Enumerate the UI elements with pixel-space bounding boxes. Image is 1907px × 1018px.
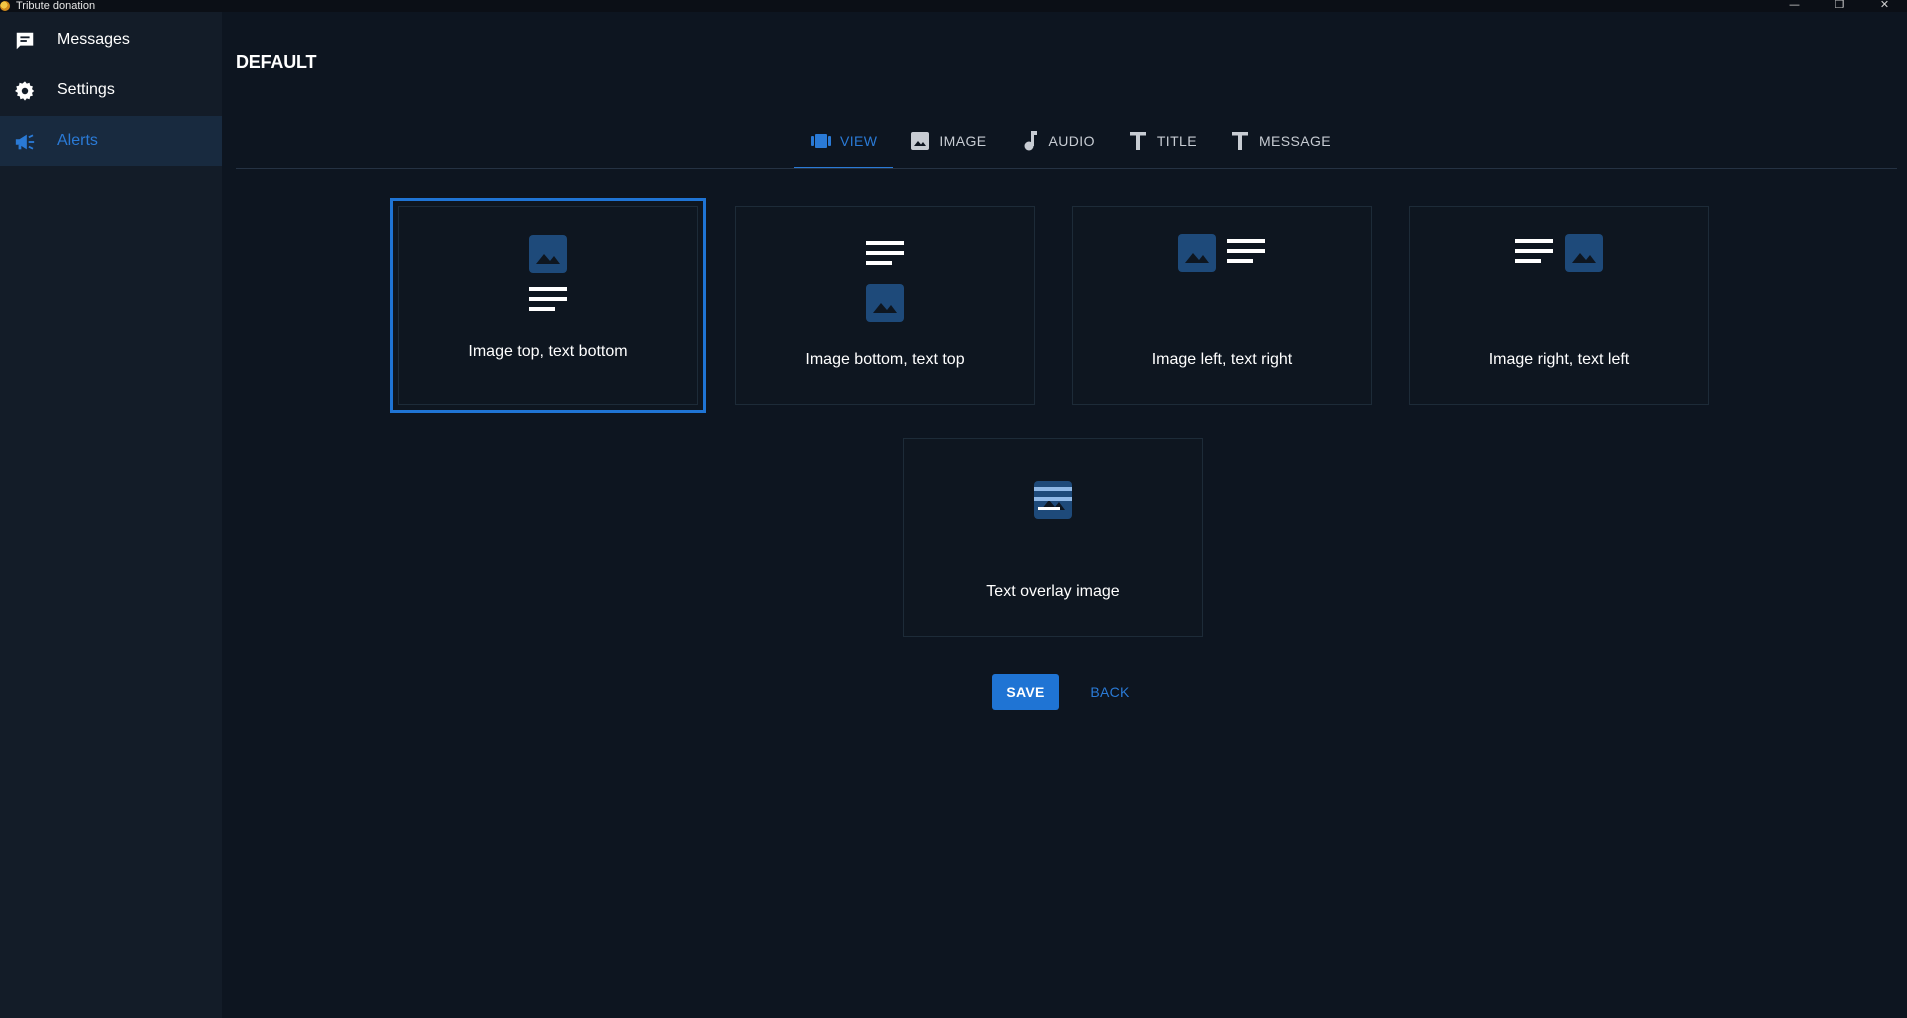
sidebar-item-settings[interactable]: Settings bbox=[0, 65, 222, 115]
image-icon bbox=[1565, 234, 1603, 272]
sidebar-item-label: Messages bbox=[57, 31, 130, 48]
image-icon bbox=[1178, 234, 1216, 272]
back-button[interactable]: BACK bbox=[1075, 674, 1145, 710]
sidebar: Messages Settings Alerts bbox=[0, 12, 222, 1018]
tab-image[interactable]: IMAGE bbox=[893, 112, 1002, 169]
layout-card-label: Image bottom, text top bbox=[805, 351, 965, 368]
layout-card-label: Image right, text left bbox=[1488, 351, 1630, 368]
image-overlay-icon bbox=[1034, 481, 1072, 519]
window-controls: — ❐ ✕ bbox=[1772, 0, 1907, 12]
tab-label: VIEW bbox=[840, 132, 878, 149]
layout-card-image-bottom[interactable]: Image bottom, text top bbox=[735, 206, 1035, 405]
text-lines-icon bbox=[866, 241, 904, 265]
sidebar-item-label: Settings bbox=[57, 81, 115, 98]
close-button[interactable]: ✕ bbox=[1862, 0, 1907, 12]
image-icon bbox=[866, 284, 904, 322]
tab-label: TITLE bbox=[1156, 132, 1197, 149]
music-note-icon bbox=[1019, 130, 1041, 152]
text-lines-icon bbox=[1515, 239, 1553, 263]
tab-label: MESSAGE bbox=[1258, 132, 1332, 149]
gear-icon bbox=[13, 80, 37, 102]
layout-card-label: Text overlay image bbox=[986, 583, 1120, 600]
page-title: DEFAULT bbox=[236, 52, 317, 72]
tab-audio[interactable]: AUDIO bbox=[1003, 112, 1111, 169]
tab-label: IMAGE bbox=[939, 132, 987, 149]
tab-divider bbox=[236, 168, 1897, 169]
sidebar-item-alerts[interactable]: Alerts bbox=[0, 116, 222, 166]
text-t-icon bbox=[1127, 130, 1149, 152]
megaphone-icon bbox=[13, 131, 37, 153]
app-logo-icon bbox=[0, 1, 10, 11]
sidebar-item-label: Alerts bbox=[57, 132, 98, 149]
tab-view[interactable]: VIEW bbox=[794, 112, 894, 169]
tab-bar: VIEW IMAGE AUDIO TITLE MESSAGE bbox=[794, 112, 1347, 169]
tab-message[interactable]: MESSAGE bbox=[1213, 112, 1347, 169]
text-lines-icon bbox=[529, 287, 567, 311]
window-title: Tribute donation bbox=[16, 0, 96, 12]
window-titlebar: Tribute donation — ❐ ✕ bbox=[0, 0, 1907, 12]
message-icon bbox=[13, 30, 37, 52]
text-lines-icon bbox=[1227, 239, 1265, 263]
text-t-icon bbox=[1229, 130, 1251, 152]
minimize-button[interactable]: — bbox=[1772, 0, 1817, 12]
layout-card-label: Image top, text bottom bbox=[468, 343, 628, 360]
view-carousel-icon bbox=[810, 130, 832, 152]
layout-card-text-overlay[interactable]: Text overlay image bbox=[903, 438, 1203, 637]
save-button[interactable]: SAVE bbox=[992, 674, 1059, 710]
layout-card-image-left[interactable]: Image left, text right bbox=[1072, 206, 1372, 405]
tab-label: AUDIO bbox=[1048, 132, 1095, 149]
layout-card-label: Image left, text right bbox=[1151, 351, 1293, 368]
restore-button[interactable]: ❐ bbox=[1817, 0, 1862, 12]
layout-card-image-top[interactable]: Image top, text bottom bbox=[390, 198, 706, 413]
image-icon bbox=[909, 130, 931, 152]
layout-card-image-right[interactable]: Image right, text left bbox=[1409, 206, 1709, 405]
image-icon bbox=[529, 235, 567, 273]
sidebar-item-messages[interactable]: Messages bbox=[0, 15, 222, 65]
tab-title[interactable]: TITLE bbox=[1111, 112, 1213, 169]
